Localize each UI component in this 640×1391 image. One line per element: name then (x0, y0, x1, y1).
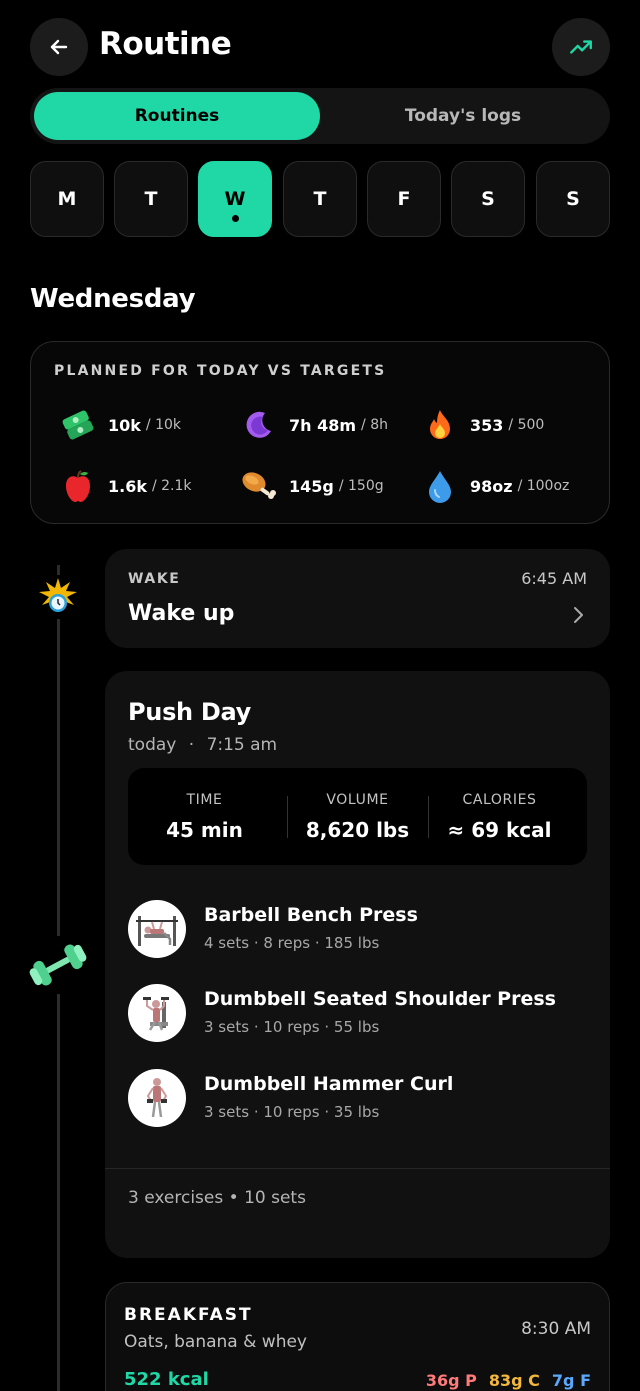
meal-description: Oats, banana & whey (124, 1332, 307, 1352)
exercise-item[interactable]: Barbell Bench Press 4 sets · 8 reps · 18… (128, 900, 588, 962)
stat-calories: CALORIES ≈ 69 kcal (423, 768, 576, 865)
metric-value: 145g (289, 476, 334, 496)
workout-card[interactable]: Push Day today · 7:15 am TIME 45 min VOL… (105, 671, 610, 1258)
apple-icon (58, 466, 98, 506)
macro-protein: 36g P (425, 1371, 477, 1390)
alarm-clock-icon (36, 575, 80, 619)
chevron-right-icon (572, 605, 584, 629)
tab-routines[interactable]: Routines (34, 92, 320, 140)
exercise-meta: 3 sets · 10 reps · 35 lbs (204, 1103, 380, 1121)
moon-icon (239, 405, 279, 445)
stat-value: 45 min (166, 818, 243, 842)
stat-label: VOLUME (326, 792, 389, 808)
page-title: Routine (99, 26, 232, 62)
metric-target: / 100oz (517, 478, 570, 494)
targets-title: PLANNED FOR TODAY VS TARGETS (54, 363, 387, 379)
day-selector: M T W T F S S (30, 161, 610, 237)
meal-calories: 522 kcal (124, 1369, 209, 1390)
exercise-name: Barbell Bench Press (204, 904, 418, 926)
day-saturday[interactable]: S (451, 161, 525, 237)
event-title: Wake up (128, 601, 235, 626)
bench-press-thumbnail (128, 900, 186, 958)
tab-switcher: Routines Today's logs (30, 88, 610, 144)
cash-icon (58, 405, 98, 445)
exercise-name: Dumbbell Hammer Curl (204, 1073, 454, 1095)
targets-card: PLANNED FOR TODAY VS TARGETS 10k / 10k 7… (30, 341, 610, 524)
metric-target: / 8h (361, 417, 388, 433)
tab-todays-logs[interactable]: Today's logs (320, 92, 606, 140)
metric-value: 98oz (470, 476, 513, 496)
workout-stats: TIME 45 min VOLUME 8,620 lbs CALORIES ≈ … (128, 768, 587, 865)
exercise-item[interactable]: Dumbbell Hammer Curl 3 sets · 10 reps · … (128, 1069, 588, 1131)
metric-value: 1.6k (108, 476, 147, 496)
metric-target: / 150g (338, 478, 384, 494)
today-dot (231, 215, 239, 222)
day-monday[interactable]: M (30, 161, 104, 237)
metric-value: 7h 48m (289, 415, 357, 435)
weekday-title: Wednesday (30, 284, 196, 314)
hammer-curl-thumbnail (128, 1069, 186, 1127)
stat-time: TIME 45 min (128, 768, 281, 865)
header: Routine (30, 18, 610, 76)
breakfast-card[interactable]: BREAKFAST Oats, banana & whey 8:30 AM 52… (105, 1282, 610, 1391)
metric-water: 98oz / 100oz (420, 466, 569, 506)
metric-active-calories: 353 / 500 (420, 405, 544, 445)
drumstick-icon (239, 466, 279, 506)
stat-value: 8,620 lbs (305, 818, 410, 842)
shoulder-press-thumbnail (128, 984, 186, 1042)
exercise-meta: 4 sets · 8 reps · 185 lbs (204, 934, 380, 952)
stat-label: CALORIES (462, 792, 537, 808)
workout-schedule: today · 7:15 am (128, 735, 277, 755)
meal-macros: 36g P 83g C 7g F (426, 1371, 591, 1390)
trending-up-icon (570, 40, 592, 54)
workout-summary: 3 exercises • 10 sets (128, 1188, 306, 1208)
back-button[interactable] (30, 18, 88, 76)
fire-icon (420, 405, 460, 445)
macro-carbs: 83g C (488, 1371, 540, 1390)
day-friday[interactable]: F (367, 161, 441, 237)
wake-card[interactable]: WAKE 6:45 AM Wake up (105, 549, 610, 648)
dumbbell-icon (26, 936, 90, 994)
day-tuesday[interactable]: T (114, 161, 188, 237)
day-sunday[interactable]: S (536, 161, 610, 237)
exercise-name: Dumbbell Seated Shoulder Press (204, 988, 556, 1010)
day-wednesday[interactable]: W (198, 161, 272, 237)
workout-day: today (128, 735, 177, 755)
meal-time: 8:30 AM (521, 1319, 591, 1339)
stat-label: TIME (186, 792, 223, 808)
arrow-left-icon (50, 39, 68, 55)
stat-value: ≈ 69 kcal (447, 818, 552, 842)
meal-type-label: BREAKFAST (124, 1305, 253, 1325)
separator-dot: · (188, 735, 195, 755)
exercise-item[interactable]: Dumbbell Seated Shoulder Press 3 sets · … (128, 984, 588, 1046)
event-time: 6:45 AM (521, 569, 587, 588)
workout-time: 7:15 am (206, 735, 278, 755)
metric-protein: 145g / 150g (239, 466, 384, 506)
divider (105, 1168, 610, 1169)
event-type-label: WAKE (128, 571, 181, 587)
metric-target: / 2.1k (151, 478, 192, 494)
progress-button[interactable] (552, 18, 610, 76)
day-thursday[interactable]: T (283, 161, 357, 237)
metric-value: 10k (108, 415, 141, 435)
metric-sleep: 7h 48m / 8h (239, 405, 388, 445)
metric-food-calories: 1.6k / 2.1k (58, 466, 192, 506)
workout-title: Push Day (128, 698, 252, 726)
metric-target: / 500 (508, 417, 545, 433)
stat-volume: VOLUME 8,620 lbs (281, 768, 434, 865)
day-label: W (224, 188, 246, 210)
metric-target: / 10k (145, 417, 181, 433)
exercise-meta: 3 sets · 10 reps · 55 lbs (204, 1018, 380, 1036)
metric-value: 353 (470, 415, 504, 435)
droplet-icon (420, 466, 460, 506)
metric-steps: 10k / 10k (58, 405, 181, 445)
macro-fat: 7g F (551, 1371, 591, 1390)
